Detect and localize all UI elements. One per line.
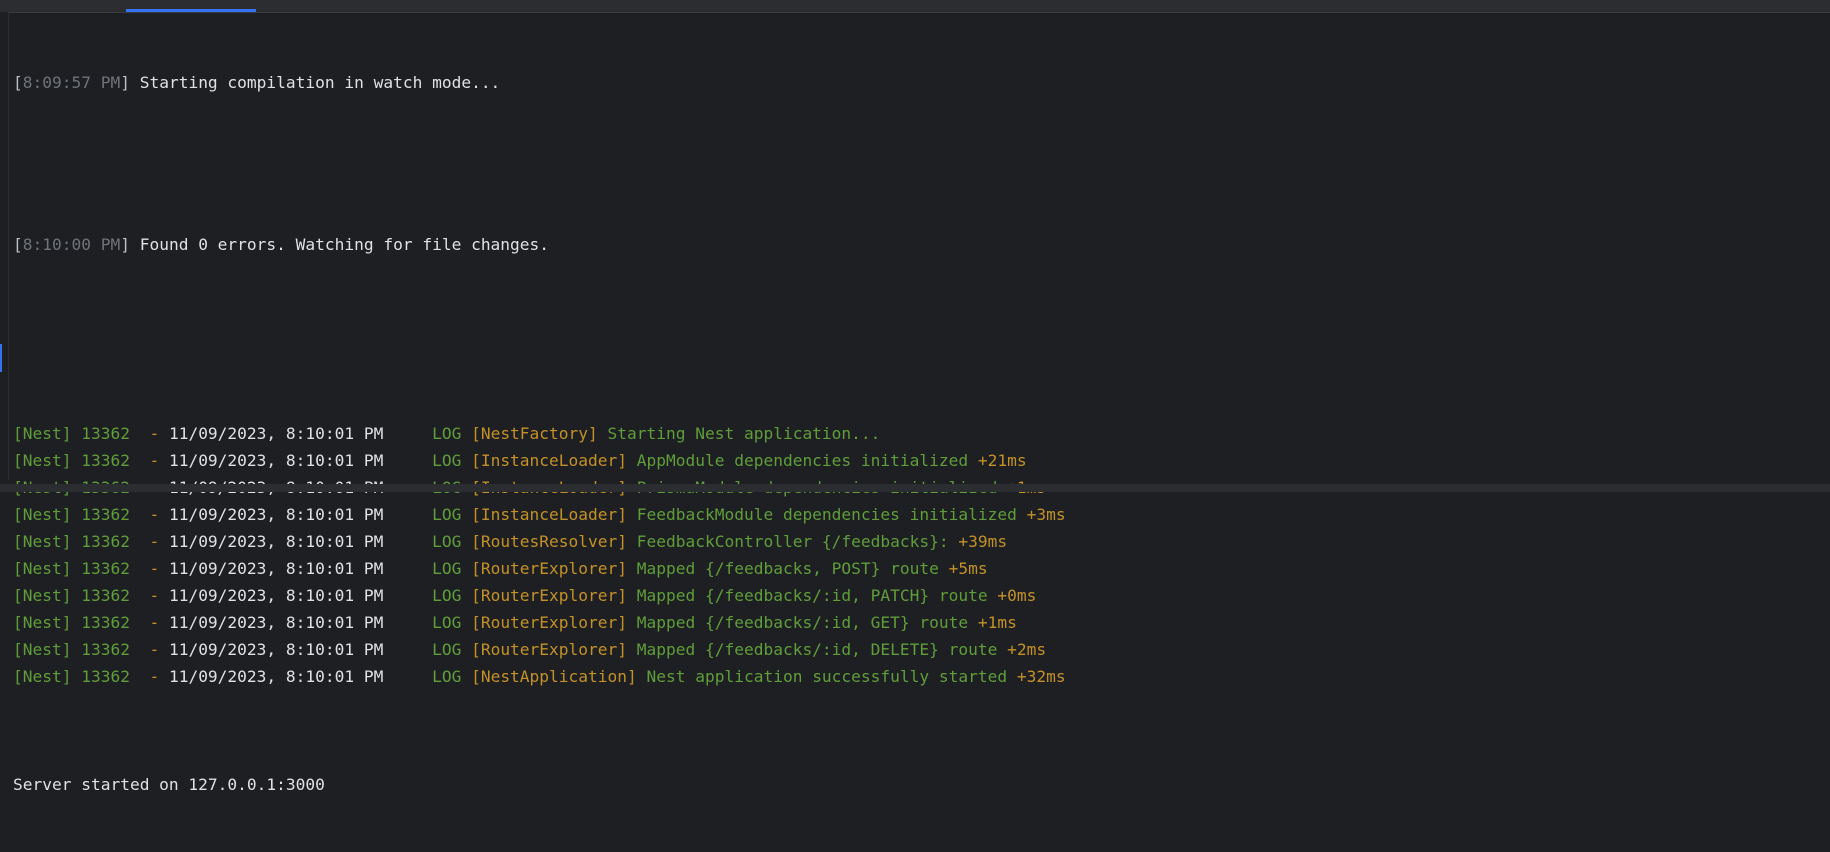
log-dash: - [149,559,169,578]
log-datetime: 11/09/2023, 8:10:01 PM [168,451,384,470]
log-message: FeedbackController {/feedbacks}: [627,532,959,551]
log-timing: +1ms [977,613,1017,632]
log-message: Starting Nest application... [597,424,881,443]
nest-log-line: [Nest] 13362 - 11/09/2023, 8:10:01 PM LO… [13,663,1813,690]
nest-log-line: [Nest] 13362 - 11/09/2023, 8:10:01 PM LO… [13,582,1813,609]
log-prefix: [Nest] 13362 [13,640,150,659]
log-context: [RouterExplorer] [471,640,628,659]
server-started-line: Server started on 127.0.0.1:3000 [13,775,325,794]
log-dash: - [149,667,169,686]
log-level: LOG [383,667,472,686]
log-context: [NestFactory] [471,424,598,443]
log-context: [RouterExplorer] [471,559,628,578]
nest-log-line: [Nest] 13362 - 11/09/2023, 8:10:01 PM LO… [13,420,1813,447]
bracket-close: ] [120,73,130,92]
log-datetime: 11/09/2023, 8:10:01 PM [168,640,384,659]
nest-log-line: [Nest] 13362 - 11/09/2023, 8:10:01 PM LO… [13,501,1813,528]
log-timing: +21ms [977,451,1027,470]
console-gutter [0,12,9,480]
nest-log-line: [Nest] 13362 - 11/09/2023, 8:10:01 PM LO… [13,636,1813,663]
log-prefix: [Nest] 13362 [13,451,150,470]
log-level: LOG [383,613,472,632]
log-dash: - [149,505,169,524]
log-prefix: [Nest] 13362 [13,424,150,443]
log-message: Mapped {/feedbacks/:id, GET} route [627,613,978,632]
log-datetime: 11/09/2023, 8:10:01 PM [168,559,384,578]
tool-window-tab-strip [0,0,1830,13]
watch-message: Starting compilation in watch mode... [129,73,501,92]
log-prefix: [Nest] 13362 [13,613,150,632]
watch-message: Found 0 errors. Watching for file change… [129,235,550,254]
log-dash: - [149,451,169,470]
log-dash: - [149,532,169,551]
watch-timestamp: 8:09:57 PM [22,73,121,92]
nest-log-line: [Nest] 13362 - 11/09/2023, 8:10:01 PM LO… [13,555,1813,582]
log-level: LOG [383,559,472,578]
log-dash: - [149,586,169,605]
log-datetime: 11/09/2023, 8:10:01 PM [168,586,384,605]
log-level: LOG [383,451,472,470]
log-timing: +0ms [997,586,1037,605]
log-message: FeedbackModule dependencies initialized [627,505,1027,524]
log-message: Mapped {/feedbacks/:id, PATCH} route [627,586,998,605]
watch-line: [8:10:00 PM] Found 0 errors. Watching fo… [13,231,1813,258]
log-datetime: 11/09/2023, 8:10:01 PM [168,424,384,443]
nest-log-line: [Nest] 13362 - 11/09/2023, 8:10:01 PM LO… [13,528,1813,555]
log-context: [RoutesResolver] [471,532,628,551]
log-datetime: 11/09/2023, 8:10:01 PM [168,505,384,524]
gutter-marker [0,344,2,372]
log-context: [RouterExplorer] [471,586,628,605]
log-timing: +2ms [1007,640,1047,659]
log-timing: +5ms [948,559,988,578]
log-context: [InstanceLoader] [471,505,628,524]
log-context: [NestApplication] [471,667,637,686]
log-message: Mapped {/feedbacks/:id, DELETE} route [627,640,1008,659]
terminal-window[interactable]: [8:09:57 PM] Starting compilation in wat… [0,0,1830,794]
log-datetime: 11/09/2023, 8:10:01 PM [168,667,384,686]
log-datetime: 11/09/2023, 8:10:01 PM [168,532,384,551]
bottom-status-strip [0,484,1830,492]
log-dash: - [149,640,169,659]
nest-log-list: [Nest] 13362 - 11/09/2023, 8:10:01 PM LO… [13,420,1813,690]
log-prefix: [Nest] 13362 [13,559,150,578]
log-context: [RouterExplorer] [471,613,628,632]
console-output[interactable]: [8:09:57 PM] Starting compilation in wat… [13,15,1813,852]
watch-line: [8:09:57 PM] Starting compilation in wat… [13,69,1813,96]
log-level: LOG [383,640,472,659]
log-message: Mapped {/feedbacks, POST} route [627,559,949,578]
bracket-open: [ [13,235,23,254]
nest-log-line: [Nest] 13362 - 11/09/2023, 8:10:01 PM LO… [13,447,1813,474]
watch-timestamp: 8:10:00 PM [22,235,121,254]
log-datetime: 11/09/2023, 8:10:01 PM [168,613,384,632]
log-prefix: [Nest] 13362 [13,505,150,524]
log-prefix: [Nest] 13362 [13,667,150,686]
log-message: Nest application successfully started [636,667,1017,686]
log-prefix: [Nest] 13362 [13,586,150,605]
log-dash: - [149,613,169,632]
log-message: AppModule dependencies initialized [627,451,978,470]
log-timing: +39ms [958,532,1008,551]
log-timing: +3ms [1026,505,1066,524]
bracket-close: ] [120,235,130,254]
log-level: LOG [383,505,472,524]
log-level: LOG [383,532,472,551]
log-level: LOG [383,586,472,605]
active-tab-indicator [126,9,256,12]
log-level: LOG [383,424,472,443]
log-timing: +32ms [1016,667,1066,686]
nest-log-line: [Nest] 13362 - 11/09/2023, 8:10:01 PM LO… [13,609,1813,636]
bracket-open: [ [13,73,23,92]
log-prefix: [Nest] 13362 [13,532,150,551]
log-context: [InstanceLoader] [471,451,628,470]
log-dash: - [149,424,169,443]
